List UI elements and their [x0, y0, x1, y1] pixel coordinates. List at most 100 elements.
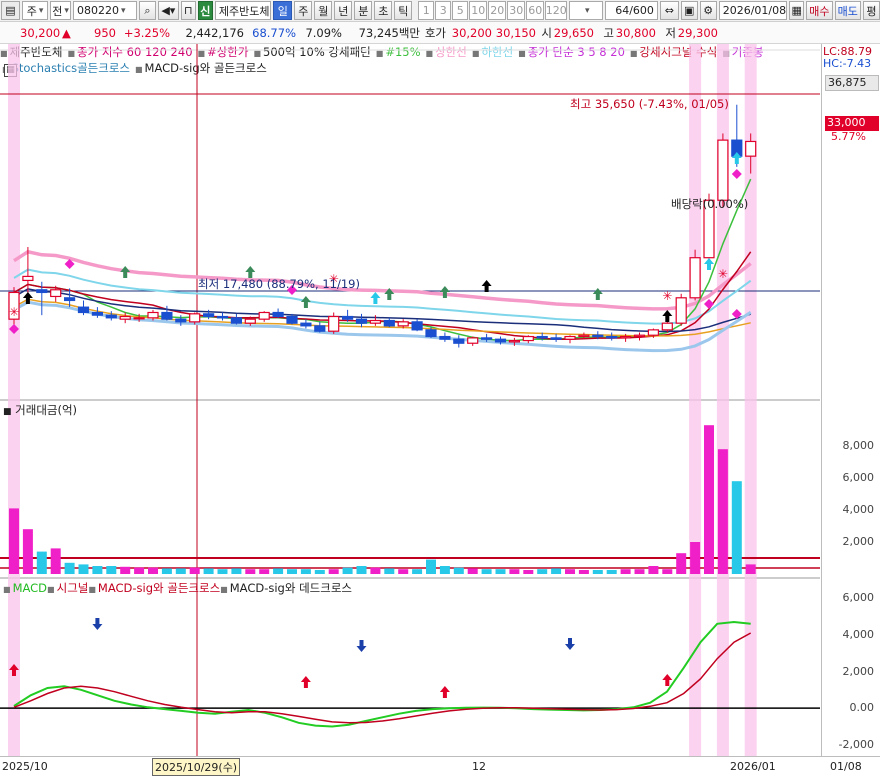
interval-button-5[interactable]: 5	[452, 1, 469, 20]
macd-dead-cross-icon	[92, 624, 103, 630]
volume-bar	[120, 566, 131, 574]
date-label-left: 2025/10	[2, 760, 48, 773]
macd-pane-legend: ■ MACD■ 시그널■ MACD-sig와 골든크로스■ MACD-sig와 데드크로…	[3, 580, 352, 596]
menu-icon[interactable]: ▤	[1, 1, 20, 20]
volume-bar	[148, 567, 158, 574]
zoom-icon[interactable]: ⇔	[659, 1, 679, 20]
buy-signal-arrow-icon	[442, 292, 447, 298]
lock-icon[interactable]: ⊓	[180, 1, 196, 20]
candle-body	[161, 311, 173, 320]
hoga-label: 호가	[424, 25, 446, 40]
market-select[interactable]: 주	[21, 1, 49, 20]
macd-legend-item-1[interactable]: 시그널	[57, 581, 89, 595]
volume-bar	[731, 481, 742, 574]
volume-bar	[523, 570, 534, 574]
cyan-signal-arrow-icon	[707, 264, 711, 270]
macd-axis-tick: 2,000	[842, 664, 875, 678]
macd-legend-item-3[interactable]: MACD-sig와 데드크로스	[230, 581, 352, 595]
candle-body	[119, 315, 131, 320]
ma10-line	[13, 251, 752, 340]
candle-body	[258, 311, 270, 320]
low-price: 29,300	[677, 25, 718, 40]
candle-body	[77, 306, 90, 314]
speaker-icon[interactable]: ◀▾	[157, 1, 179, 20]
flat-button[interactable]: 평	[862, 1, 880, 20]
interval-button-20[interactable]: 20	[488, 1, 507, 20]
settings-icon[interactable]: ⚙	[699, 1, 717, 20]
macd-axis-tick: 0.00	[849, 701, 875, 715]
stock-code-input[interactable]: 080220	[72, 1, 137, 20]
volume-bar	[398, 569, 409, 574]
macd-golden-cross-icon	[300, 676, 311, 682]
candle-body	[439, 335, 451, 340]
volume-bar	[676, 553, 687, 574]
candle-body	[105, 314, 117, 319]
candle-body	[63, 297, 76, 302]
volume-bar	[92, 566, 103, 574]
macd-legend-bullet-icon: ■	[3, 585, 11, 594]
interval-button-30[interactable]: 30	[507, 1, 526, 20]
buy-signal-arrow-icon	[439, 286, 450, 292]
sell-button[interactable]: 매도	[834, 1, 861, 20]
signal-band	[8, 44, 20, 756]
volume-bar	[704, 425, 714, 574]
candle-body	[189, 313, 201, 323]
search-icon[interactable]: ⌕	[138, 1, 156, 20]
timeframe-button-5[interactable]: 틱	[394, 1, 413, 20]
macd-axis-tick: 6,000	[842, 591, 875, 605]
candle-body	[536, 335, 548, 339]
interval-button-1[interactable]: 1	[418, 1, 435, 20]
turnover-value: 7.09%	[305, 25, 342, 40]
timeframe-button-3[interactable]: 분	[354, 1, 373, 20]
star-marker-icon: ✳	[9, 305, 19, 319]
interval-dropdown[interactable]	[569, 1, 604, 20]
date-field[interactable]: 2026/01/08	[718, 1, 788, 20]
volume-bar	[273, 568, 284, 574]
interval-button-10[interactable]: 10	[469, 1, 488, 20]
chart-area[interactable]: ✳✳✳✳최고 35,650 (-7.43%, 01/05)최저 17,480 (…	[0, 44, 820, 756]
timeframe-button-4[interactable]: 초	[374, 1, 393, 20]
ma40-line	[13, 288, 751, 333]
candle-body	[36, 289, 48, 294]
bar-count-field[interactable]: 64/600	[605, 1, 658, 20]
macd-golden-cross-icon	[12, 670, 16, 676]
timeframe-button-0[interactable]: 주	[294, 1, 313, 20]
candle-body	[717, 139, 729, 201]
hc-label: HC:-7.43	[823, 57, 872, 70]
right-axis	[821, 44, 880, 756]
checkbox-icon[interactable]: ■	[3, 407, 12, 417]
interval-button-120[interactable]: 120	[545, 1, 568, 20]
timeframe-button-2[interactable]: 년	[334, 1, 353, 20]
volume-bar	[648, 566, 659, 574]
candle-body	[397, 321, 409, 327]
candle-body	[342, 315, 354, 320]
volume-bar	[412, 569, 423, 574]
calendar-icon[interactable]: ▦	[789, 1, 805, 20]
timeframe-day-button[interactable]: 일	[273, 1, 293, 20]
volume-bar	[370, 567, 381, 574]
high-annotation: 최고 35,650 (-7.43%, 01/05)	[570, 97, 729, 111]
interval-button-60[interactable]: 60	[526, 1, 545, 20]
signal-arrow-icon	[484, 286, 489, 292]
candle-body	[369, 319, 381, 324]
save-icon[interactable]: ▣	[680, 1, 698, 20]
candle-body	[216, 315, 229, 319]
volume-bar	[578, 570, 589, 574]
volume-ratio: 68.77%	[252, 25, 296, 40]
new-badge: 신	[197, 1, 213, 20]
timeframe-button-1[interactable]: 월	[314, 1, 333, 20]
macd-legend-item-0[interactable]: MACD	[13, 581, 47, 595]
buy-button[interactable]: 매수	[806, 1, 833, 20]
candle-body	[91, 311, 104, 316]
open-label: 시	[541, 25, 552, 40]
candle-body	[383, 319, 395, 327]
interval-button-3[interactable]: 3	[435, 1, 452, 20]
open-price: 29,650	[553, 25, 594, 40]
macd-legend-item-2[interactable]: MACD-sig와 골든크로스	[98, 581, 220, 595]
current-pct-tag: 5.77%	[831, 130, 866, 143]
low-label: 저	[665, 25, 676, 40]
candle-body	[175, 318, 187, 323]
period-select[interactable]: 전	[50, 1, 71, 20]
volume-bar	[717, 449, 728, 574]
candle-body	[564, 335, 576, 340]
